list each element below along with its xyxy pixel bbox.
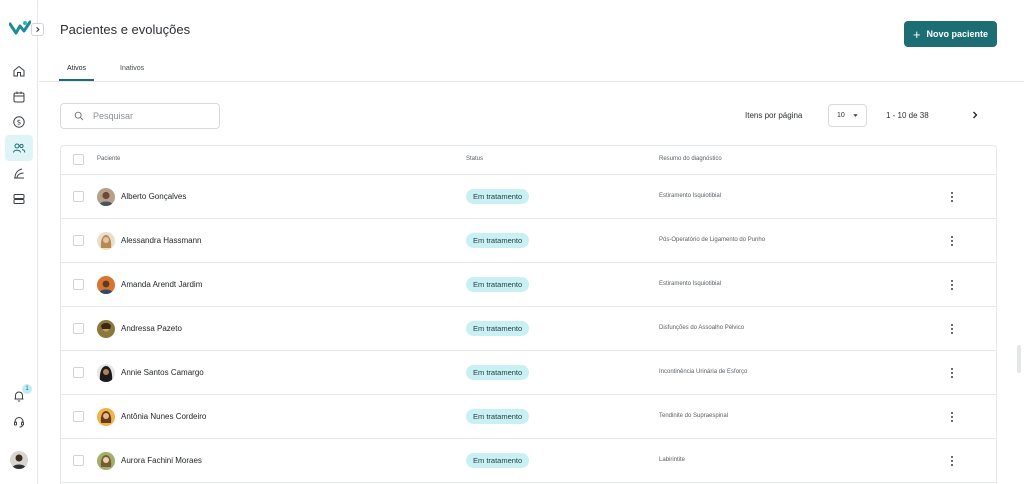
support-button[interactable] [5, 409, 33, 435]
new-patient-button[interactable]: + Novo paciente [904, 21, 997, 47]
chevron-right-icon [973, 111, 978, 119]
sidebar-item-finance[interactable]: $ [5, 109, 33, 135]
patient-avatar [97, 452, 115, 470]
row-checkbox[interactable] [73, 455, 84, 466]
status-badge: Em tratamento [466, 189, 530, 204]
row-checkbox[interactable] [73, 279, 84, 290]
column-header-patient[interactable]: Paciente [97, 156, 120, 162]
page-scrollbar[interactable] [1017, 345, 1021, 373]
row-checkbox[interactable] [73, 191, 84, 202]
select-all-checkbox[interactable] [73, 154, 84, 165]
caret-down-icon [853, 114, 858, 117]
patient-name: Alberto Gonçalves [121, 192, 187, 201]
row-actions-menu-icon[interactable] [947, 410, 957, 424]
column-header-status[interactable]: Status [466, 156, 483, 162]
patient-name: Antônia Nunes Cordeiro [121, 412, 207, 421]
table-row[interactable]: Alessandra Hassmann Em tratamento Pós-Op… [61, 219, 996, 263]
patient-avatar [97, 188, 115, 206]
calendar-icon [13, 91, 25, 103]
diagnosis-summary: Tendinite do Supraespinal [659, 413, 729, 419]
notification-badge: 1 [22, 384, 32, 394]
evolution-icon [14, 168, 24, 179]
items-per-page-value: 10 [837, 112, 845, 119]
sidebar-item-home[interactable] [5, 58, 33, 84]
patient-name: Aurora Fachini Moraes [121, 456, 202, 465]
diagnosis-summary: Labirintite [659, 457, 686, 463]
status-badge: Em tratamento [466, 409, 530, 424]
plus-icon: + [912, 26, 921, 42]
status-badge: Em tratamento [466, 453, 530, 468]
diagnosis-summary: Pós-Operatório de Ligamento do Punho [659, 237, 766, 243]
row-actions-menu-icon[interactable] [947, 190, 957, 204]
users-icon [13, 143, 26, 153]
chevron-right-icon [36, 26, 40, 33]
row-actions-menu-icon[interactable] [947, 454, 957, 468]
search-input[interactable] [93, 111, 203, 121]
status-badge: Em tratamento [466, 277, 530, 292]
sidebar-item-evolution[interactable] [5, 160, 33, 186]
row-checkbox[interactable] [73, 367, 84, 378]
status-badge: Em tratamento [466, 365, 530, 380]
items-per-page-label: Itens por página [745, 111, 803, 120]
sidebar-toggle-button[interactable] [31, 23, 44, 36]
new-patient-button-label: Novo paciente [926, 29, 989, 39]
column-header-diagnosis[interactable]: Resumo do diagnóstico [659, 156, 722, 162]
row-checkbox[interactable] [73, 235, 84, 246]
search-box[interactable] [60, 103, 220, 129]
patient-name: Andressa Pazeto [121, 324, 182, 333]
table-row[interactable]: Annie Santos Camargo Em tratamento Incon… [61, 351, 996, 395]
patient-name: Annie Santos Camargo [121, 368, 204, 377]
table-header: Paciente Status Resumo do diagnóstico [61, 146, 996, 175]
diagnosis-summary: Disfunções do Assoalho Pélvico [659, 325, 745, 331]
table-row[interactable]: Antônia Nunes Cordeiro Em tratamento Ten… [61, 395, 996, 439]
row-actions-menu-icon[interactable] [947, 366, 957, 380]
user-avatar[interactable] [10, 451, 28, 469]
sidebar-item-patients[interactable] [5, 135, 33, 161]
patient-avatar [97, 364, 115, 382]
table-row[interactable]: Amanda Arendt Jardim Em tratamento Estir… [61, 263, 996, 307]
row-actions-menu-icon[interactable] [947, 234, 957, 248]
diagnosis-summary: Incontinência Urinária de Esforço [659, 369, 748, 375]
row-actions-menu-icon[interactable] [947, 322, 957, 336]
patient-name: Amanda Arendt Jardim [121, 280, 203, 289]
status-badge: Em tratamento [466, 233, 530, 248]
diagnosis-summary: Estiramento Isquiotibial [659, 193, 722, 199]
storage-icon [13, 194, 25, 204]
row-checkbox[interactable] [73, 411, 84, 422]
headset-icon [14, 416, 24, 428]
patient-avatar [97, 408, 115, 426]
sidebar-item-storage[interactable] [5, 186, 33, 212]
status-badge: Em tratamento [466, 321, 530, 336]
patients-table: Paciente Status Resumo do diagnóstico Al… [60, 145, 997, 484]
row-actions-menu-icon[interactable] [947, 278, 957, 292]
table-row[interactable]: Andressa Pazeto Em tratamento Disfunções… [61, 307, 996, 351]
dollar-coin-icon: $ [13, 116, 25, 128]
svg-text:$: $ [17, 119, 21, 127]
diagnosis-summary: Estiramento Isquiotibial [659, 281, 722, 287]
table-row[interactable]: Alberto Gonçalves Em tratamento Estirame… [61, 175, 996, 219]
next-page-button[interactable] [968, 108, 982, 122]
items-per-page-select[interactable]: 10 [828, 104, 867, 127]
tabs-divider [39, 81, 1024, 82]
patient-avatar [97, 276, 115, 294]
row-checkbox[interactable] [73, 323, 84, 334]
patient-name: Alessandra Hassmann [121, 236, 202, 245]
sidebar: $ 1 [0, 0, 38, 484]
home-icon [13, 65, 25, 77]
page-title: Pacientes e evoluções [60, 22, 191, 37]
pagination-range: 1 - 10 de 38 [886, 111, 929, 120]
logo-icon[interactable] [9, 20, 31, 36]
tab-ativos[interactable]: Ativos [67, 65, 86, 72]
patient-avatar [97, 320, 115, 338]
sidebar-item-calendar[interactable] [5, 84, 33, 110]
tab-inativos[interactable]: Inativos [120, 65, 144, 72]
table-row[interactable]: Aurora Fachini Moraes Em tratamento Labi… [61, 439, 996, 483]
search-icon [74, 111, 84, 121]
patient-avatar [97, 232, 115, 250]
